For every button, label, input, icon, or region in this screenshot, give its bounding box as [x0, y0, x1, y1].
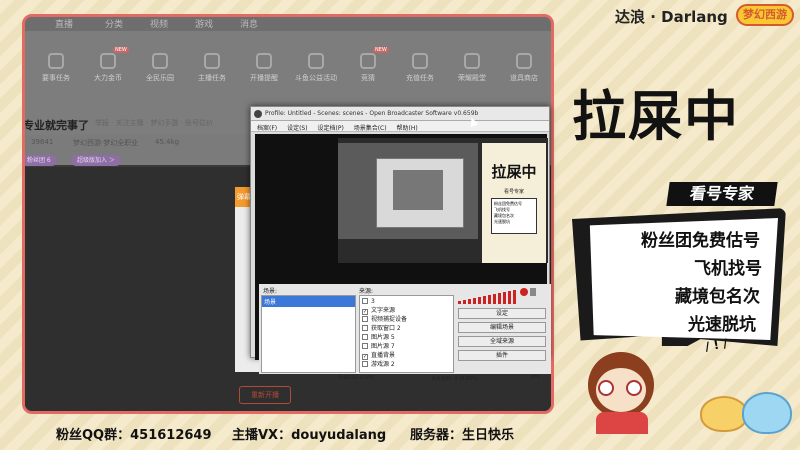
obs-title-bar: Profile: Untitled - Scenes: scenes - Ope… [251, 107, 549, 121]
status-title: 拉屎中 [572, 85, 740, 148]
edit-scene-button[interactable]: 编辑场景 [458, 322, 546, 333]
bubble-line: 光速脱坑 [688, 315, 756, 335]
site-top-nav: 直播 分类 视频 游戏 消息 [25, 17, 551, 31]
checkbox[interactable] [362, 325, 368, 331]
room-subtitle: 举报 · 关注主播 · 梦幻手游 · 账号估价 [95, 119, 214, 127]
nav-item[interactable]: 消息 [240, 17, 258, 30]
feature-item[interactable]: 充值任务 [395, 51, 445, 97]
scene-item[interactable]: 场景 [262, 296, 355, 307]
site-feature-icons: 要事任务 NEW 大力金币 全民乐园 主播任务 开播提醒 斗鱼公益活动 NEW 竞猜… [31, 47, 551, 97]
streamer-brand: 达浪 · Darlang [615, 8, 728, 26]
service-tag: 看号专家 [666, 182, 778, 206]
settings-button[interactable]: 设定 [458, 308, 546, 319]
source-item[interactable]: ✓ 直播背景 [362, 351, 451, 360]
bubble-line: 藏境包名次 [675, 287, 760, 307]
anchor-vx: 主播VX：douyudalang [232, 428, 387, 443]
fan-group: 粉丝QQ群：451612649 [56, 428, 212, 443]
checkbox[interactable] [362, 316, 368, 322]
source-item[interactable]: ✓ 文字来源 [362, 306, 451, 315]
source-item[interactable]: 图片源 5 [362, 333, 451, 342]
scenes-label: 场景: [263, 288, 278, 295]
checkbox[interactable] [362, 334, 368, 340]
menu-file[interactable]: 档案(F) [257, 125, 277, 132]
speaker-icon [530, 288, 536, 296]
preview-bubble: 粉丝团免费估号 飞机找号 藏境包名次 光速脱坑 [491, 198, 537, 234]
feature-item[interactable]: NEW 竞猜 [343, 47, 393, 97]
viewer-count: 39841 [31, 138, 54, 146]
feature-item[interactable]: 道具商店 [499, 51, 549, 97]
source-list[interactable]: 3 ✓ 文字来源 视频捕捉设备 获取窗口 2 图片源 5 图片源 7 ✓ 直播背景 … [359, 295, 454, 373]
obs-preview: 拉屎中 看号专家 粉丝团免费估号 飞机找号 藏境包名次 光速脱坑 场景: 场景 … [255, 134, 551, 382]
feature-item[interactable]: 全民乐园 [135, 51, 185, 97]
preview-nested [393, 170, 443, 210]
speech-bubble-inner: 粉丝团免费估号 飞机找号 藏境包名次 光速脱坑 [589, 218, 778, 340]
obs-controls: 场景: 场景 来源: 3 ✓ 文字来源 视频捕捉设备 获取窗口 2 图片源 5 图… [259, 284, 551, 374]
scene-list[interactable]: 场景 [261, 295, 356, 373]
shop-icon [516, 53, 532, 69]
global-sources-button[interactable]: 全域来源 [458, 336, 546, 347]
game-logo: 梦幻西游 [736, 4, 794, 26]
obs-buttons: 设定 编辑场景 全域来源 插件 [458, 308, 546, 364]
menu-settings[interactable]: 设定(S) [287, 125, 308, 132]
bubble-line: 飞机找号 [694, 259, 762, 279]
source-item[interactable]: 游戏源 2 [362, 360, 451, 369]
checkbox[interactable] [362, 298, 368, 304]
checkbox[interactable] [362, 361, 368, 367]
sources-label: 来源: [359, 288, 374, 295]
live-time: 0:00:01 (LIVE) [339, 375, 375, 381]
preview-canvas: 拉屎中 看号专家 粉丝团免费估号 飞机找号 藏境包名次 光速脱坑 [338, 138, 548, 263]
coin-icon [100, 53, 116, 69]
source-item[interactable]: 视频捕捉设备 [362, 315, 451, 324]
menu-scene-collection[interactable]: 场景集合(C) [354, 125, 387, 132]
source-item[interactable]: 获取窗口 2 [362, 324, 451, 333]
guess-icon [360, 53, 376, 69]
join-button[interactable]: 超级版加入 ＞ [71, 155, 121, 166]
obs-status-bar: 0:00:01 (LIVE) 丢失帧数: 0 (0.00%) FPS [259, 374, 551, 384]
obs-menu-bar: 档案(F) 设定(S) 设定档(P) 场景集合(C) 帮助(H) [251, 121, 549, 132]
trophy-icon [464, 53, 480, 69]
feature-item[interactable]: 要事任务 [31, 51, 81, 97]
nav-item[interactable]: 直播 [55, 17, 73, 30]
preview-overlay-card: 拉屎中 看号专家 粉丝团免费估号 飞机找号 藏境包名次 光速脱坑 [482, 143, 546, 263]
feature-item[interactable]: 主播任务 [187, 51, 237, 97]
fps-label: FPS [531, 375, 541, 381]
footer-info: 粉丝QQ群：451612649 主播VX：douyudalang 服务器：生日快… [0, 420, 800, 450]
weight-count: 45.4kg [155, 138, 180, 146]
feature-item[interactable]: 斗鱼公益活动 [291, 51, 341, 97]
charity-icon [308, 53, 324, 69]
obs-window: Profile: Untitled - Scenes: scenes - Ope… [250, 106, 551, 382]
nav-item[interactable]: 游戏 [195, 17, 213, 30]
game-tag[interactable]: 梦幻西游·梦幻全职业 [73, 138, 138, 148]
menu-profile[interactable]: 设定档(P) [317, 125, 343, 132]
source-item[interactable]: 3 [362, 297, 451, 306]
server-info: 服务器：生日快乐 [410, 428, 515, 443]
task-icon [48, 53, 64, 69]
mic-icon [520, 288, 528, 296]
bubble-line: 粉丝团免费估号 [641, 231, 760, 251]
park-icon [152, 53, 168, 69]
dropped-frames: 丢失帧数: 0 (0.00%) [431, 376, 479, 382]
room-title: 专业就完事了 [23, 119, 89, 132]
feature-item[interactable]: 荣耀殿堂 [447, 51, 497, 97]
fan-badge[interactable]: 粉丝团 6 [25, 155, 57, 166]
recharge-icon [412, 53, 428, 69]
bell-icon [256, 53, 272, 69]
obs-logo-icon [254, 110, 262, 118]
restart-broadcast-button[interactable]: 重新开播 [239, 386, 291, 404]
anchor-task-icon [204, 53, 220, 69]
feature-item[interactable]: 开播提醒 [239, 51, 289, 97]
checkbox[interactable] [362, 343, 368, 349]
feature-item[interactable]: NEW 大力金币 [83, 47, 133, 97]
nav-item[interactable]: 视频 [150, 17, 168, 30]
menu-help[interactable]: 帮助(H) [397, 125, 418, 132]
source-item[interactable]: 图片源 7 [362, 342, 451, 351]
audio-meter [458, 288, 536, 304]
plugins-button[interactable]: 插件 [458, 350, 546, 361]
nav-item[interactable]: 分类 [105, 17, 123, 30]
